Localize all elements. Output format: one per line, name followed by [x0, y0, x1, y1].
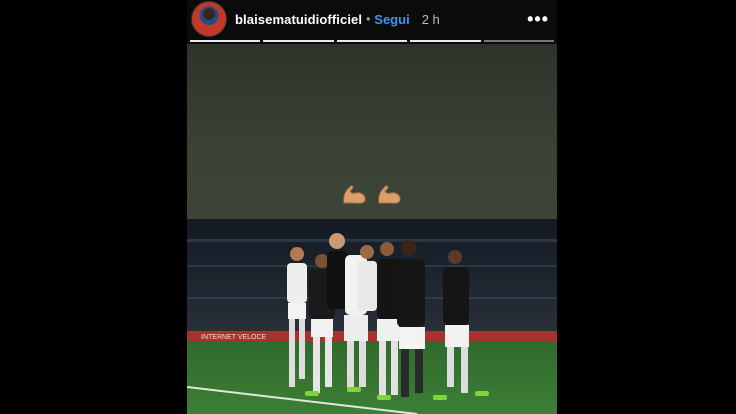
flexed-biceps-icon — [378, 185, 401, 204]
progress-segment — [483, 40, 555, 42]
story-photo: INTERNET VELOCE 37 — [187, 219, 557, 414]
story-viewer[interactable]: blaisematuidiofficiel • Segui 2 h ••• IN… — [187, 0, 557, 414]
flexed-biceps-icon — [343, 185, 366, 204]
football-celebration-photo: INTERNET VELOCE 37 — [187, 219, 557, 414]
pitch — [187, 341, 557, 414]
progress-segment — [190, 40, 261, 42]
username-link[interactable]: blaisematuidiofficiel — [235, 12, 362, 27]
post-time: 2 h — [421, 11, 440, 27]
story-header: blaisematuidiofficiel • Segui 2 h ••• — [187, 0, 557, 44]
caption-emoji — [341, 183, 403, 205]
follow-button[interactable]: Segui — [374, 12, 409, 27]
story-progress-bar — [190, 40, 555, 42]
progress-segment — [336, 40, 408, 42]
progress-segment — [410, 40, 481, 42]
separator-dot: • — [366, 12, 371, 26]
profile-avatar[interactable] — [191, 1, 227, 37]
advertising-board-text: INTERNET VELOCE — [201, 334, 267, 341]
progress-segment — [263, 40, 334, 42]
more-options-icon[interactable]: ••• — [527, 10, 549, 28]
